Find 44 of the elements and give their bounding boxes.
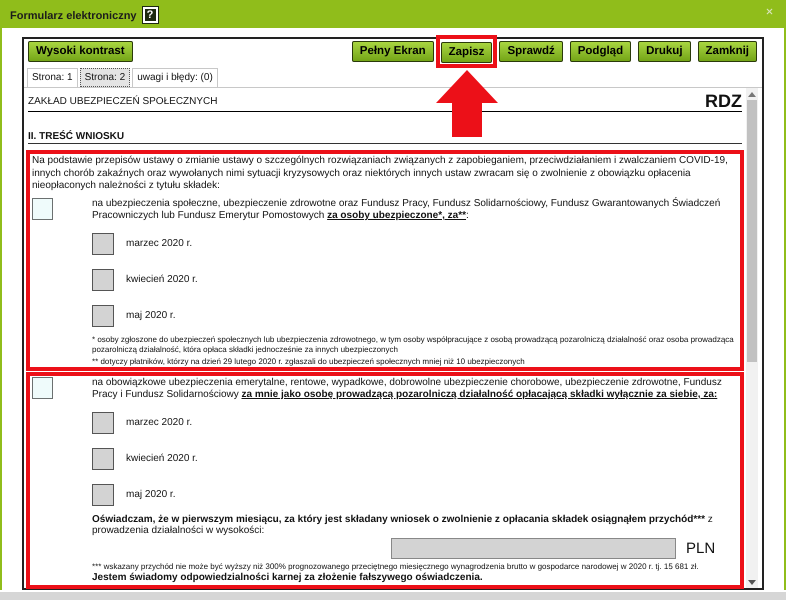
footnote: ** dotyczy płatników, którzy na dzień 29 lutego 2020 r. zgłaszali do ubezpieczeń społecznych mniej niż 10 ubezpieczonych	[92, 356, 526, 366]
window-title: Formularz elektroniczny	[10, 9, 137, 24]
month-label: maj 2020 r.	[126, 488, 176, 502]
up-arrow-icon	[436, 70, 498, 138]
toolbar-button[interactable]: Sprawdź	[499, 41, 563, 62]
toolbar-button[interactable]: Zamknij	[698, 41, 757, 62]
month-label: kwiecień 2020 r.	[126, 452, 198, 466]
help-button[interactable]: ?	[142, 7, 158, 23]
month-label: marzec 2020 r.	[126, 237, 192, 251]
footnote: * osoby zgłoszone do ubezpieczeń społecznych lub ubezpieczenia zdrowotnego, w tym osoby współpracujące z osobą prowadzącą pozarolniczą działalność oraz osoba prowadząca pozarolniczą działalność, która opłaca składki jednocześnie za innych ubezpieczonych	[92, 334, 735, 354]
checkbox[interactable]	[92, 304, 114, 326]
checkbox[interactable]	[32, 376, 53, 398]
scrollbar[interactable]	[746, 88, 758, 588]
tab[interactable]: Strona: 2	[80, 68, 130, 87]
liability-statement: Jestem świadomy odpowiedzialności karnej za złożenie fałszywego oświadczenia.	[91, 572, 484, 584]
section-heading: II. TREŚĆ WNIOSKU	[28, 131, 124, 142]
month-label: kwiecień 2020 r.	[126, 273, 198, 287]
option-text: na obowiązkowe ubezpieczenia emerytalne, rentowe, wypadkowe, dobrowolne ubezpieczenie chorobowe, ubezpieczenie zdrowotne, Fundusz Pracy i Fundusz Solidarnościowy za mnie jako osobę prowadzącą pozarolniczą działalność opłacającą składki wyłącznie za siebie, za:	[92, 376, 723, 402]
income-field[interactable]	[391, 538, 676, 558]
scroll-up-icon[interactable]	[748, 92, 756, 97]
toolbar-button[interactable]: Zapisz	[440, 42, 492, 64]
checkbox[interactable]	[92, 448, 114, 470]
month-label: marzec 2020 r.	[126, 416, 192, 430]
checkbox[interactable]	[32, 198, 53, 220]
toolbar-button[interactable]: Wysoki kontrast	[28, 41, 133, 62]
toolbar-button[interactable]: Pełny Ekran	[352, 41, 434, 62]
checkbox[interactable]	[92, 484, 114, 506]
tab[interactable]: uwagi i błędy: (0)	[132, 68, 218, 87]
month-label: maj 2020 r.	[126, 309, 176, 323]
option-text: na ubezpieczenia społeczne, ubezpieczenie zdrowotne oraz Fundusz Pracy, Fundusz Solidarnościowy, Fundusz Gwarantowanych Świadczeń Pracowniczych lub Fundusz Emerytur Pomostowych za osoby ubezpieczone*, za**:	[92, 198, 722, 222]
institution-name: ZAKŁAD UBEZPIECZEŃ SPOŁECZNYCH	[28, 97, 218, 109]
scroll-thumb[interactable]	[747, 100, 757, 362]
footnote: *** wskazany przychód nie może być wyższy niż 300% prognozowanego przeciętnego miesięcznego wynagrodzenia brutto w gospodarce narodowej w 2020 r. tj. 15 681 zł.	[92, 562, 700, 572]
checkbox[interactable]	[92, 232, 114, 254]
currency-label: PLN	[686, 540, 714, 556]
checkbox[interactable]	[92, 412, 114, 434]
checkbox[interactable]	[92, 268, 114, 290]
form-code: RDZ	[705, 92, 742, 111]
intro-paragraph: Na podstawie przepisów ustawy o zmianie ustawy o szczególnych rozwiązaniach związanych z zapobieganiem, przeciwdziałaniem i zwalczaniem COVID-19, innych chorób zakaźnych oraz wywołanych nimi sytuacji kryzysowych oraz niektórych innych ustaw zwracam się o zwolnienie z obowiązku opłacenia nieopłaconych należności z tytułu składek:	[31, 154, 729, 192]
scroll-down-icon[interactable]	[748, 580, 756, 585]
toolbar-button[interactable]: Drukuj	[638, 41, 691, 62]
tab[interactable]: Strona: 1	[27, 68, 78, 87]
declaration-text: Oświadczam, że w pierwszym miesiącu, za który jest składany wniosek o zwolnienie z opłacania składek osiągnąłem przychód*** z prowadzenia działalności w wysokości:	[92, 514, 714, 536]
toolbar-button[interactable]: Podgląd	[570, 41, 632, 62]
